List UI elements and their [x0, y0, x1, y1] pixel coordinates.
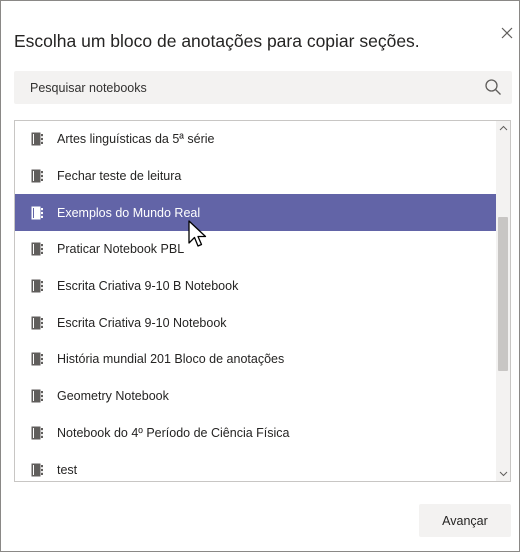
notebook-list-item[interactable]: Exemplos do Mundo Real	[15, 194, 497, 232]
copy-sections-dialog: Escolha um bloco de anotações para copia…	[0, 0, 520, 552]
notebook-list-item[interactable]: Escrita Criativa 9-10 B Notebook	[15, 268, 497, 305]
notebook-icon	[31, 279, 43, 293]
notebook-icon	[31, 389, 43, 403]
scrollbar-thumb[interactable]	[498, 217, 508, 371]
scrollbar[interactable]	[496, 121, 510, 481]
notebook-icon	[31, 463, 43, 477]
notebook-icon	[31, 242, 43, 256]
notebook-icon	[31, 132, 43, 146]
dialog-title: Escolha um bloco de anotações para copia…	[14, 31, 420, 51]
notebook-rows: Artes linguísticas da 5ª série Fechar tes…	[15, 121, 497, 481]
notebook-icon	[31, 426, 43, 440]
notebook-list-item[interactable]: Notebook do 4º Período de Ciência Física	[15, 415, 497, 452]
notebook-list-item[interactable]: test	[15, 451, 497, 481]
notebook-list-item[interactable]: Artes linguísticas da 5ª série	[15, 121, 497, 158]
search-input[interactable]	[14, 71, 474, 104]
scroll-down-button[interactable]	[496, 467, 510, 481]
chevron-up-icon	[499, 125, 507, 131]
notebook-label: Fechar teste de leitura	[57, 169, 182, 184]
notebook-list-item[interactable]: História mundial 201 Bloco de anotações	[15, 341, 497, 378]
chevron-down-icon	[499, 471, 507, 477]
notebook-list: Artes linguísticas da 5ª série Fechar tes…	[14, 120, 511, 482]
notebook-label: Exemplos do Mundo Real	[57, 205, 201, 220]
notebook-list-item[interactable]: Fechar teste de leitura	[15, 158, 497, 195]
notebook-label: Geometry Notebook	[57, 389, 169, 404]
search-box	[14, 71, 512, 104]
scroll-up-button[interactable]	[496, 121, 510, 135]
notebook-label: Praticar Notebook PBL	[57, 242, 185, 257]
notebook-list-item[interactable]: Escrita Criativa 9-10 Notebook	[15, 304, 497, 341]
notebook-icon	[31, 352, 43, 366]
notebook-icon	[31, 316, 43, 330]
notebook-list-item[interactable]: Praticar Notebook PBL	[15, 231, 497, 268]
close-button[interactable]	[497, 23, 517, 43]
notebook-label: test	[57, 462, 78, 477]
close-icon	[501, 27, 513, 39]
notebook-label: Artes linguísticas da 5ª série	[57, 132, 215, 147]
notebook-label: História mundial 201 Bloco de anotações	[57, 352, 285, 367]
notebook-label: Escrita Criativa 9-10 Notebook	[57, 315, 227, 330]
notebook-icon	[31, 206, 43, 220]
notebook-label: Escrita Criativa 9-10 B Notebook	[57, 279, 239, 294]
search-icon[interactable]	[484, 78, 502, 96]
next-button[interactable]: Avançar	[419, 504, 511, 537]
notebook-icon	[31, 169, 43, 183]
notebook-list-item[interactable]: Geometry Notebook	[15, 378, 497, 415]
notebook-label: Notebook do 4º Período de Ciência Física	[57, 425, 290, 440]
